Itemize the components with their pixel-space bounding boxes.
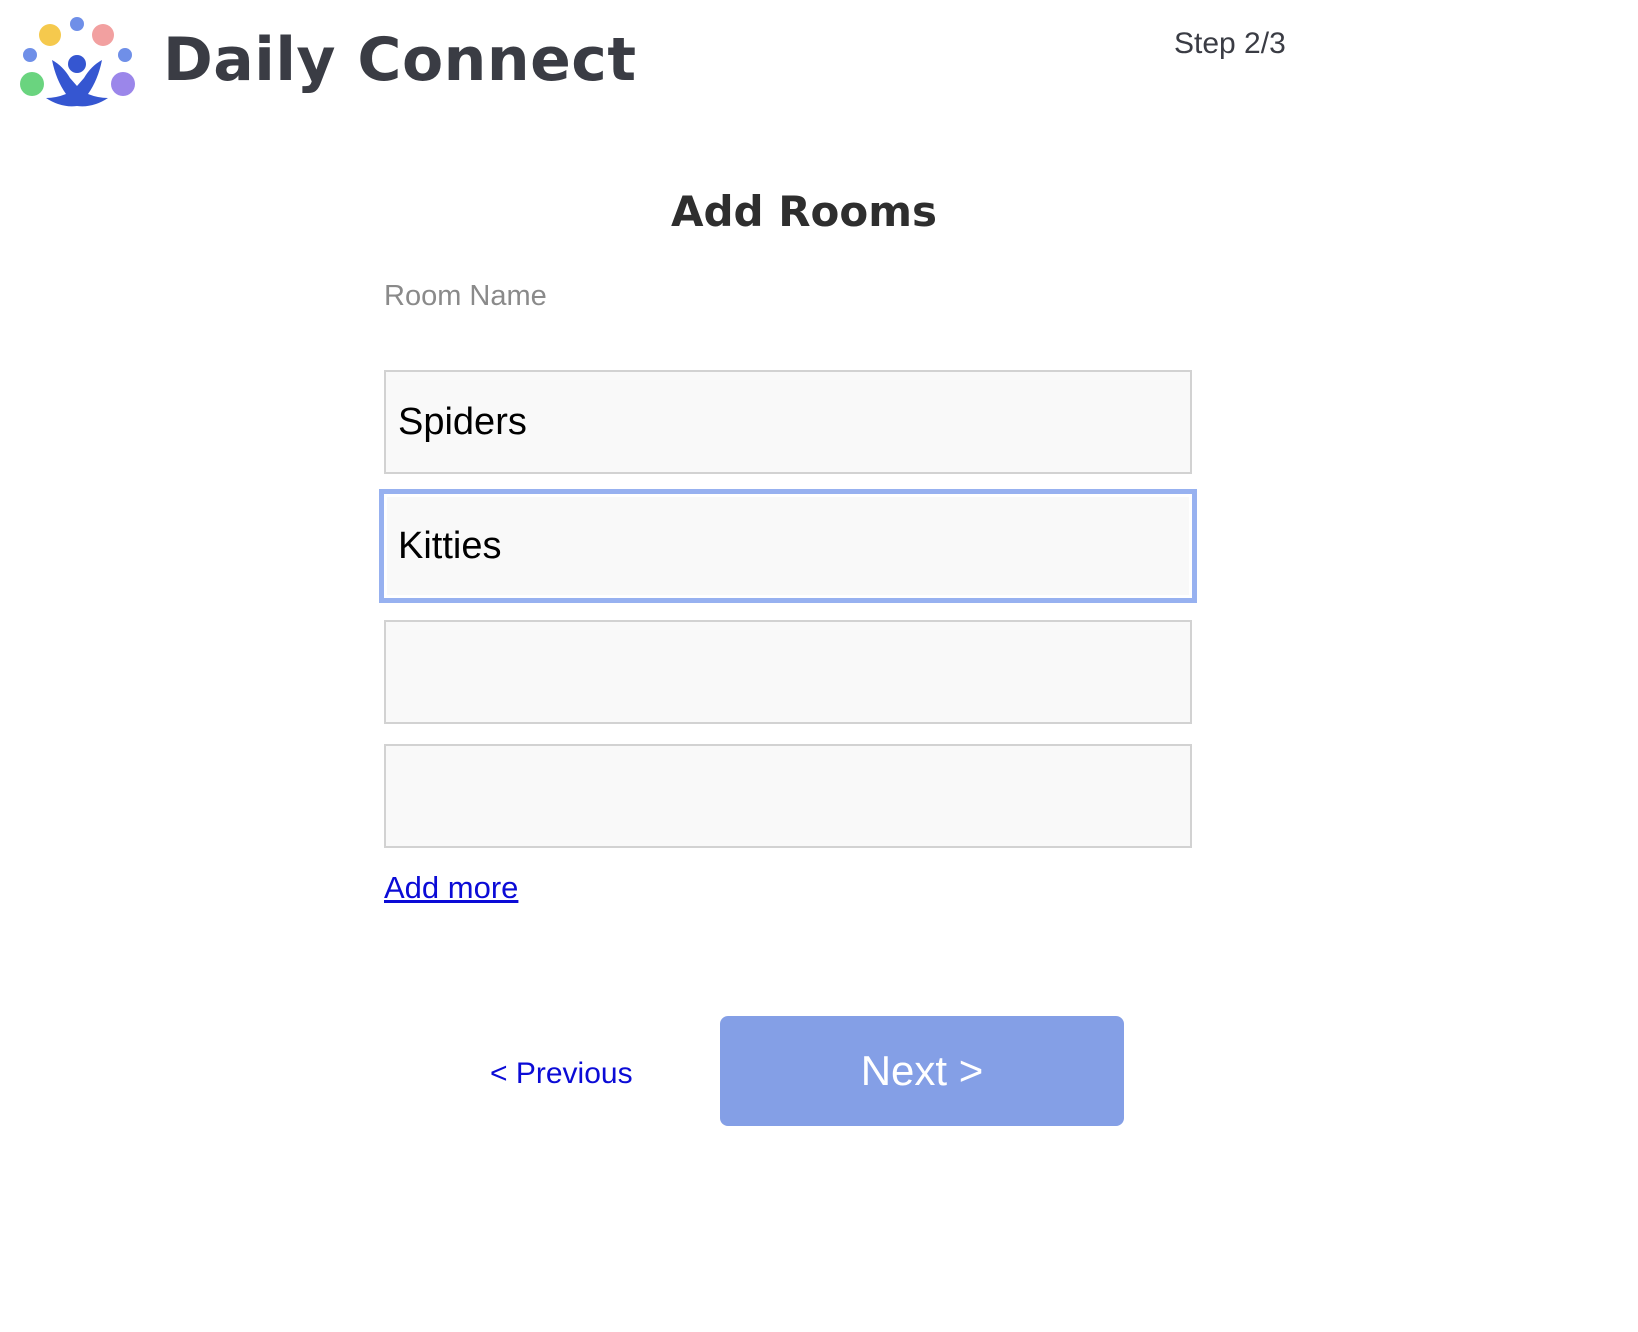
daily-connect-logo xyxy=(20,17,135,107)
room-name-input-3[interactable] xyxy=(384,620,1192,724)
previous-link[interactable]: < Previous xyxy=(490,1054,633,1094)
add-more-link[interactable]: Add more xyxy=(384,868,518,908)
logo-dot-left xyxy=(23,48,37,62)
logo-dot-purple xyxy=(111,72,135,96)
room-name-input-4[interactable] xyxy=(384,744,1192,848)
app-title: Daily Connect xyxy=(163,25,637,95)
step-indicator: Step 2/3 xyxy=(1174,27,1286,60)
logo-dot-top xyxy=(70,17,84,31)
logo-dot-pink xyxy=(92,24,114,46)
logo-figure-head xyxy=(68,55,86,73)
next-button[interactable]: Next > xyxy=(720,1016,1124,1126)
room-name-input-1[interactable] xyxy=(384,370,1192,474)
logo-dot-green xyxy=(20,72,44,96)
page-title: Add Rooms xyxy=(670,187,938,236)
room-name-label: Room Name xyxy=(384,280,547,312)
room-name-input-2[interactable] xyxy=(384,494,1192,598)
logo-dot-yellow xyxy=(39,24,61,46)
logo-dot-right xyxy=(118,48,132,62)
